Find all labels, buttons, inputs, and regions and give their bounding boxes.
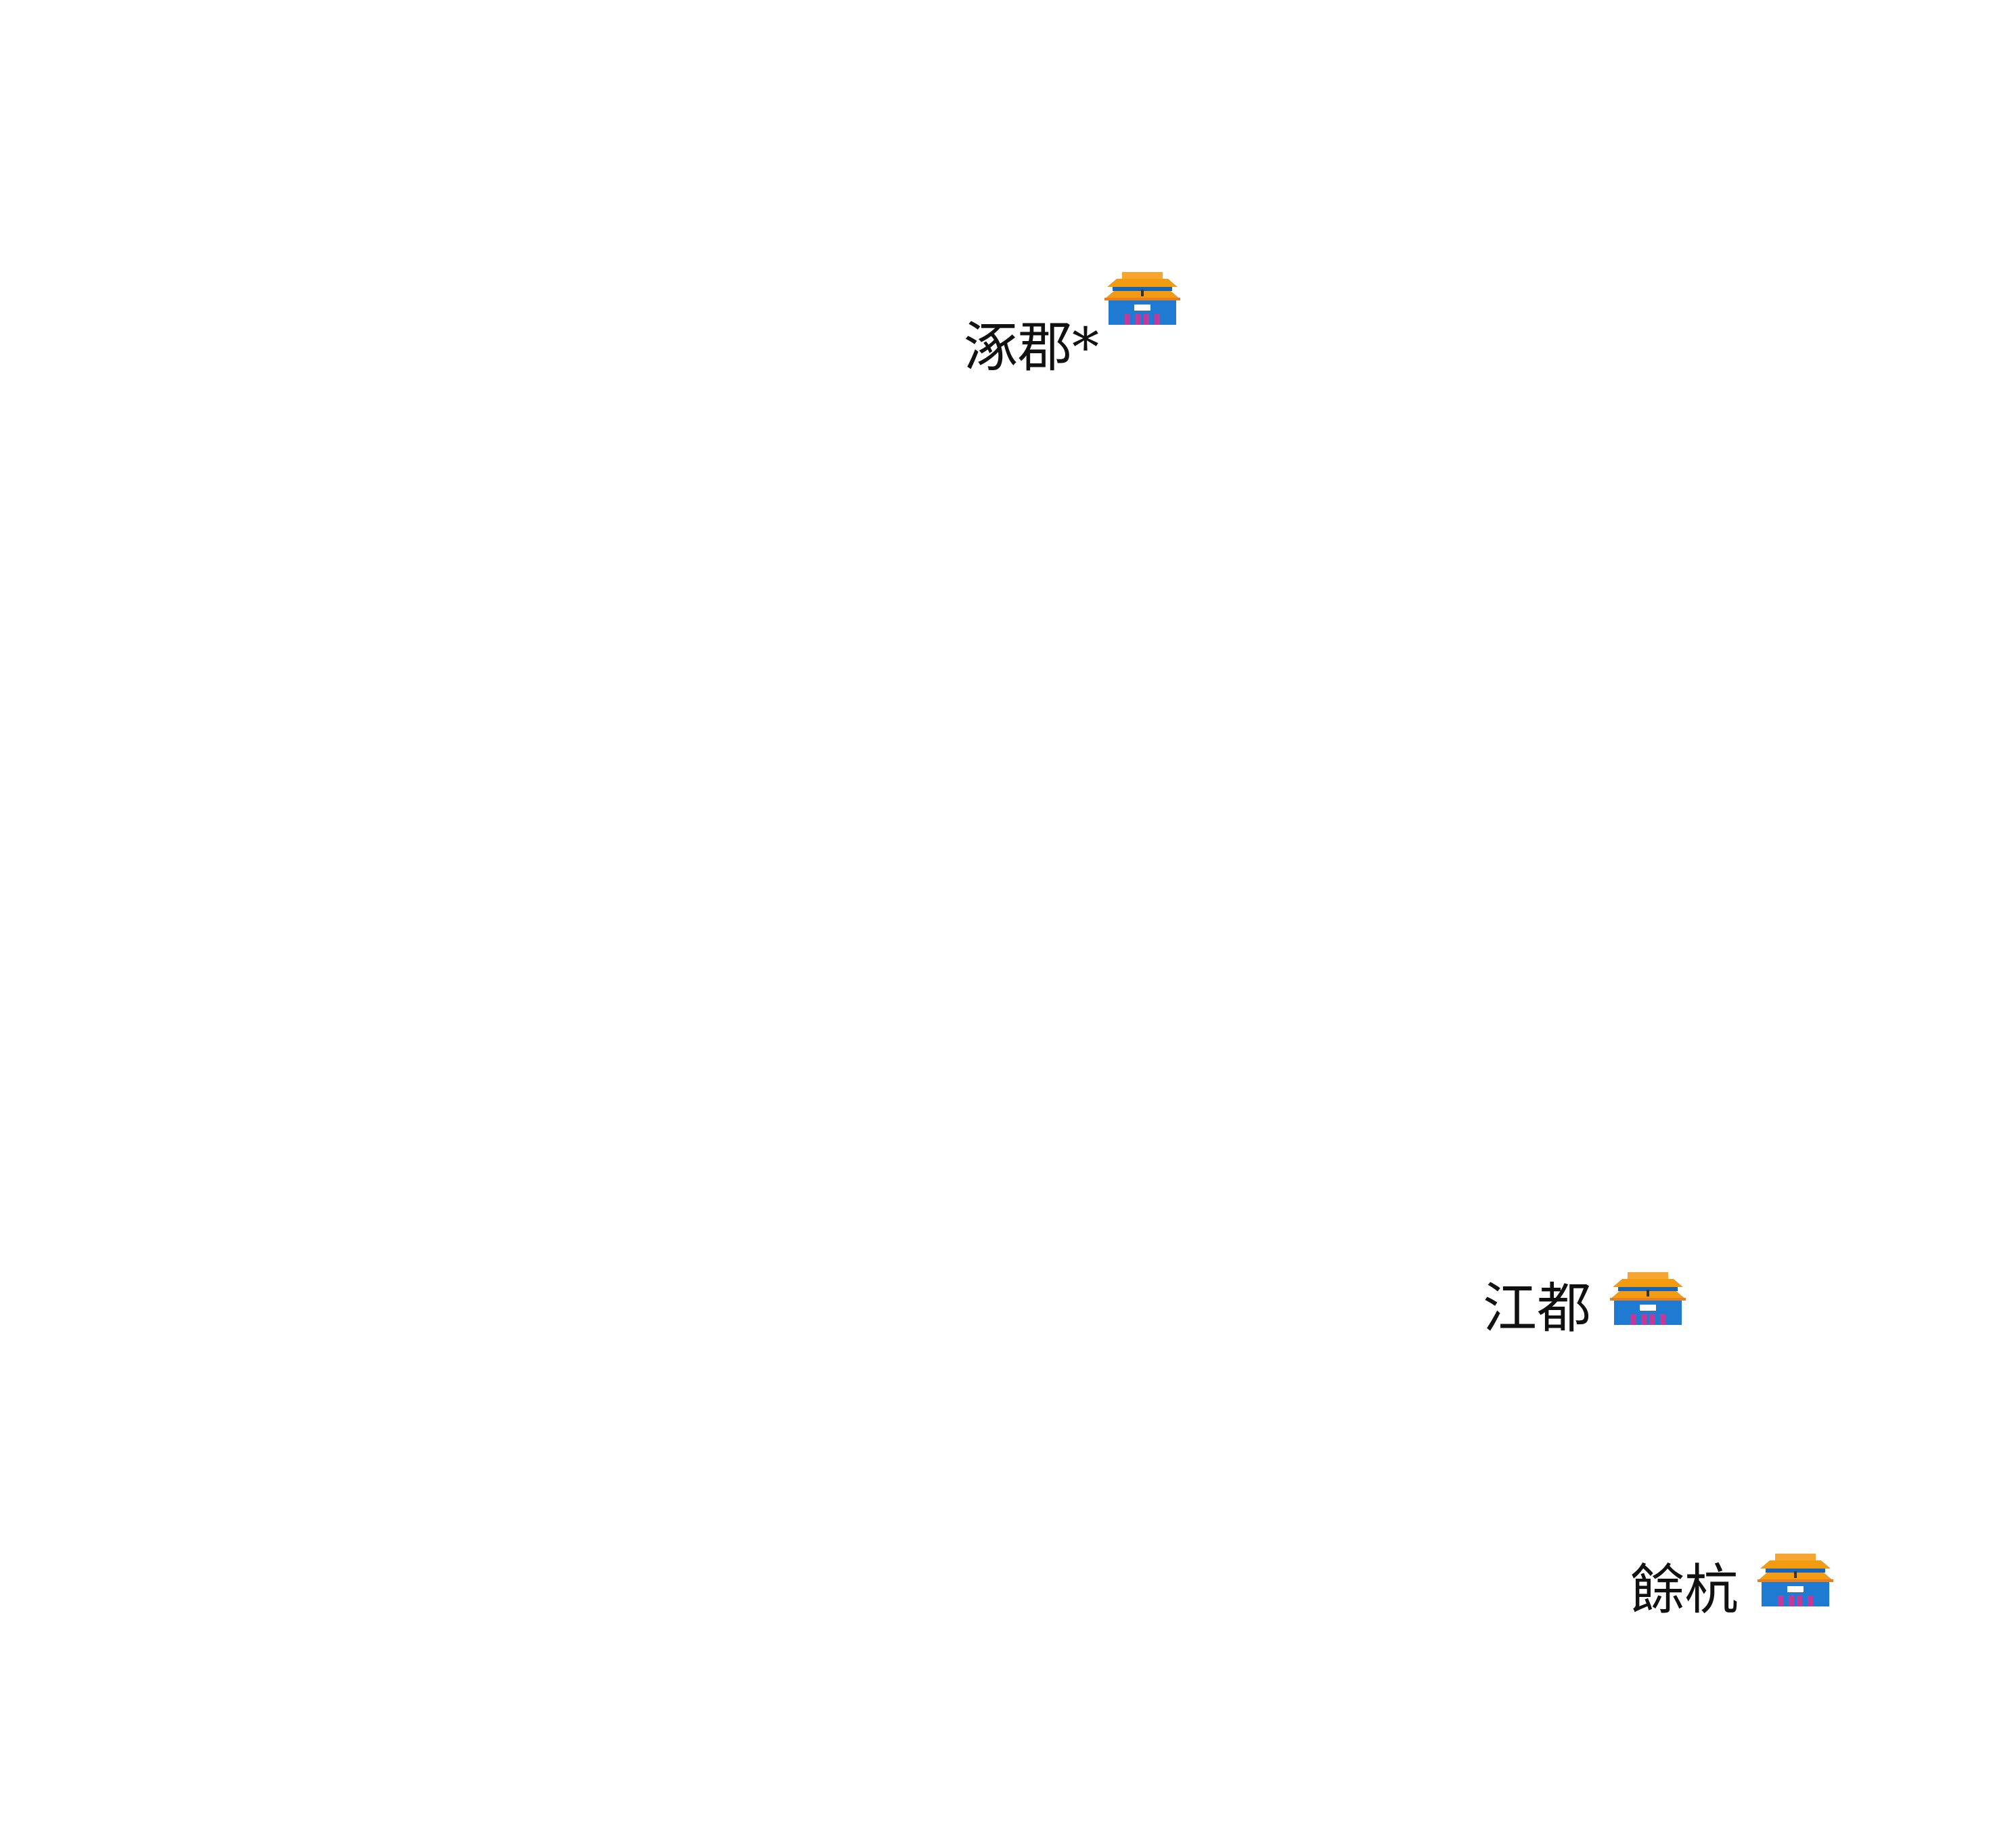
- city-label: 涿郡*: [964, 316, 1099, 379]
- city-label: 餘杭: [1630, 1558, 1739, 1621]
- palace-icon: [1610, 1272, 1686, 1325]
- city-marker-yuhang[interactable]: 餘杭: [1630, 1554, 1836, 1617]
- map-canvas: 涿郡* 江都 餘杭: [0, 0, 2014, 1848]
- palace-icon: [1758, 1554, 1833, 1606]
- city-label: 江都: [1483, 1277, 1591, 1340]
- city-marker-zhuojun[interactable]: 涿郡*: [964, 272, 1183, 375]
- city-marker-jiangdu[interactable]: 江都: [1483, 1272, 1688, 1336]
- palace-icon: [1104, 272, 1180, 325]
